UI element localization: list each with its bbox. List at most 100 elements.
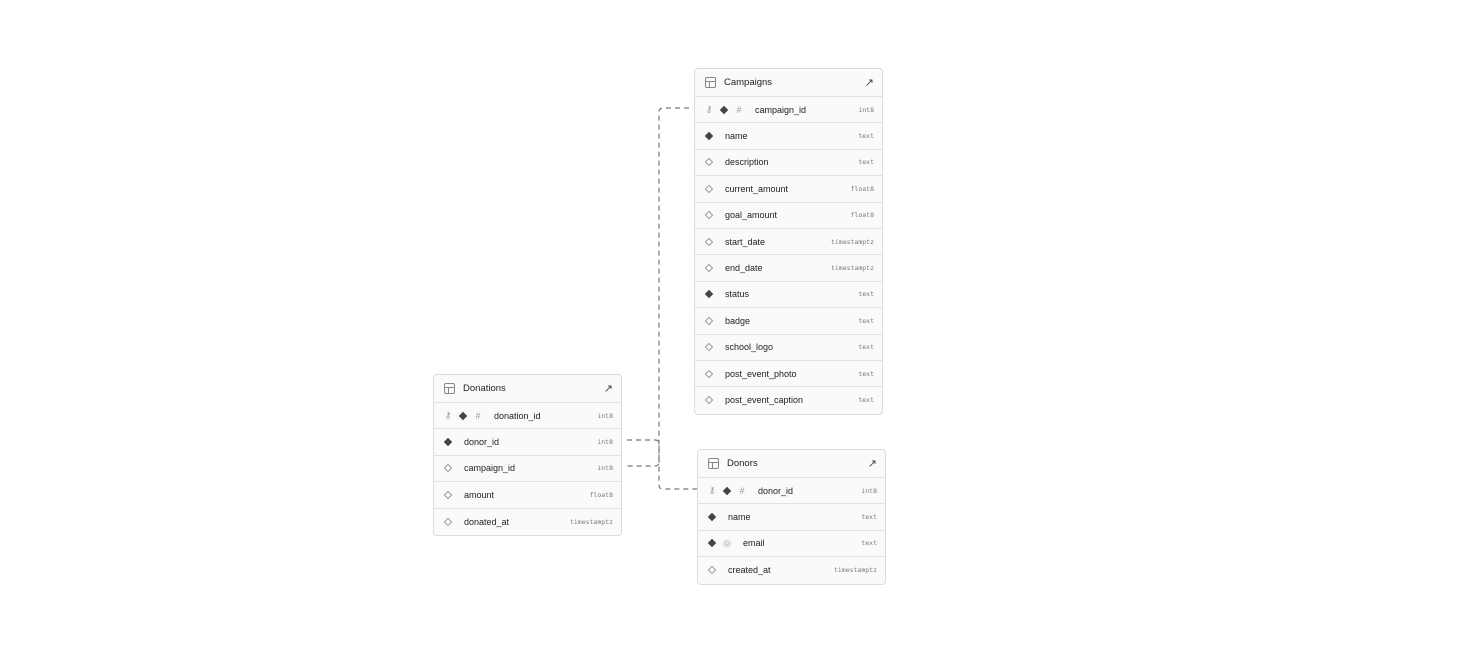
- column-row[interactable]: end_date timestamptz: [695, 255, 882, 282]
- nullable-diamond-icon: [443, 517, 453, 526]
- nullable-diamond-icon: [704, 263, 714, 273]
- column-row[interactable]: badge text: [695, 308, 882, 335]
- column-name: post_event_caption: [725, 395, 804, 406]
- column-row[interactable]: description text: [695, 150, 882, 177]
- column-row[interactable]: school_logo text: [695, 335, 882, 361]
- column-type: int8: [861, 486, 877, 495]
- column-name: badge: [725, 315, 751, 326]
- nullable-diamond-icon: [443, 490, 453, 500]
- nullable-diamond-icon: [704, 158, 714, 167]
- column-row[interactable]: donor_id int8: [434, 429, 621, 456]
- nullable-diamond-icon: [704, 396, 714, 405]
- column-name: donated_at: [464, 516, 510, 527]
- column-row[interactable]: created_at timestamptz: [698, 557, 885, 583]
- nullable-diamond-icon: [704, 211, 714, 220]
- column-type: text: [858, 132, 874, 141]
- column-name: goal_amount: [725, 210, 778, 221]
- table-header[interactable]: Donations ↗: [434, 375, 621, 403]
- relation-campaign-id: [658, 107, 697, 490]
- not-null-diamond-icon: [719, 105, 729, 114]
- table-name: Campaigns: [724, 77, 773, 88]
- column-row[interactable]: amount float8: [434, 482, 621, 509]
- table-name: Donors: [727, 458, 758, 469]
- table-header[interactable]: Donors ↗: [698, 450, 885, 478]
- nullable-diamond-icon: [704, 237, 714, 246]
- column-row[interactable]: donated_at timestamptz: [434, 509, 621, 535]
- column-row[interactable]: ⚷ # donor_id int8: [698, 478, 885, 505]
- not-null-diamond-icon: [707, 512, 717, 522]
- nullable-diamond-icon: [707, 566, 717, 575]
- column-type: float8: [850, 211, 874, 220]
- column-type: text: [861, 513, 877, 522]
- column-name: donor_id: [464, 437, 500, 448]
- identity-hash-icon: #: [739, 485, 745, 496]
- column-name: start_date: [725, 236, 766, 247]
- not-null-diamond-icon: [722, 486, 732, 495]
- column-row[interactable]: ⚷ # campaign_id int8: [695, 97, 882, 124]
- column-row[interactable]: ◎ email text: [698, 531, 885, 558]
- open-external-icon[interactable]: ↗: [865, 76, 874, 89]
- column-type: text: [858, 290, 874, 299]
- open-external-icon[interactable]: ↗: [604, 382, 613, 395]
- column-row[interactable]: goal_amount float8: [695, 203, 882, 229]
- column-row[interactable]: name text: [698, 504, 885, 531]
- not-null-diamond-icon: [458, 411, 468, 420]
- column-name: end_date: [725, 263, 763, 274]
- column-row[interactable]: name text: [695, 123, 882, 150]
- table-donors[interactable]: Donors ↗ ⚷ # donor_id int8 name text ◎ email text c…: [697, 449, 886, 585]
- column-type: int8: [597, 411, 613, 420]
- column-type: text: [861, 539, 877, 548]
- primary-key-icon: ⚷: [708, 485, 716, 496]
- column-name: campaign_id: [464, 463, 516, 474]
- column-type: timestamptz: [569, 517, 613, 526]
- not-null-diamond-icon: [704, 290, 714, 299]
- unique-fingerprint-icon: ◎: [723, 537, 731, 548]
- column-row[interactable]: campaign_id int8: [434, 456, 621, 483]
- column-name: name: [725, 131, 748, 142]
- nullable-diamond-icon: [443, 464, 453, 473]
- identity-hash-icon: #: [475, 410, 481, 421]
- column-name: current_amount: [725, 183, 789, 194]
- open-external-icon[interactable]: ↗: [868, 457, 877, 470]
- column-row[interactable]: post_event_caption text: [695, 387, 882, 413]
- column-row[interactable]: current_amount float8: [695, 176, 882, 203]
- column-type: int8: [597, 464, 613, 473]
- column-name: school_logo: [725, 342, 774, 353]
- column-name: amount: [464, 489, 495, 500]
- nullable-diamond-icon: [704, 342, 714, 352]
- column-row[interactable]: start_date timestamptz: [695, 229, 882, 256]
- not-null-diamond-icon: [704, 131, 714, 141]
- not-null-diamond-icon: [707, 539, 717, 548]
- identity-hash-icon: #: [736, 104, 742, 115]
- column-type: text: [858, 396, 874, 405]
- column-name: description: [725, 157, 769, 168]
- column-type: text: [858, 369, 874, 378]
- table-donations[interactable]: Donations ↗ ⚷ # donation_id int8 donor_id int8 c…: [433, 374, 622, 536]
- column-row[interactable]: post_event_photo text: [695, 361, 882, 388]
- column-row[interactable]: ⚷ # donation_id int8: [434, 403, 621, 430]
- column-type: float8: [850, 184, 874, 193]
- table-name: Donations: [463, 383, 506, 394]
- column-type: int8: [597, 438, 613, 447]
- column-type: timestamptz: [830, 237, 874, 246]
- table-header[interactable]: Campaigns ↗: [695, 69, 882, 97]
- column-row[interactable]: status text: [695, 282, 882, 309]
- nullable-diamond-icon: [704, 184, 714, 194]
- table-icon: [705, 77, 716, 88]
- column-name: status: [725, 289, 750, 300]
- table-icon: [444, 383, 455, 394]
- column-type: text: [858, 343, 874, 352]
- nullable-diamond-icon: [704, 316, 714, 326]
- column-name: email: [743, 538, 765, 549]
- column-name: name: [728, 512, 751, 523]
- nullable-diamond-icon: [704, 369, 714, 378]
- column-type: float8: [589, 490, 613, 499]
- column-type: timestamptz: [830, 264, 874, 273]
- column-name: campaign_id: [755, 104, 807, 115]
- table-campaigns[interactable]: Campaigns ↗ ⚷ # campaign_id int8 name text descr…: [694, 68, 883, 415]
- relation-donor-id: [627, 439, 660, 467]
- column-type: text: [858, 316, 874, 325]
- column-name: post_event_photo: [725, 368, 797, 379]
- primary-key-icon: ⚷: [444, 410, 452, 421]
- column-type: timestamptz: [833, 566, 877, 575]
